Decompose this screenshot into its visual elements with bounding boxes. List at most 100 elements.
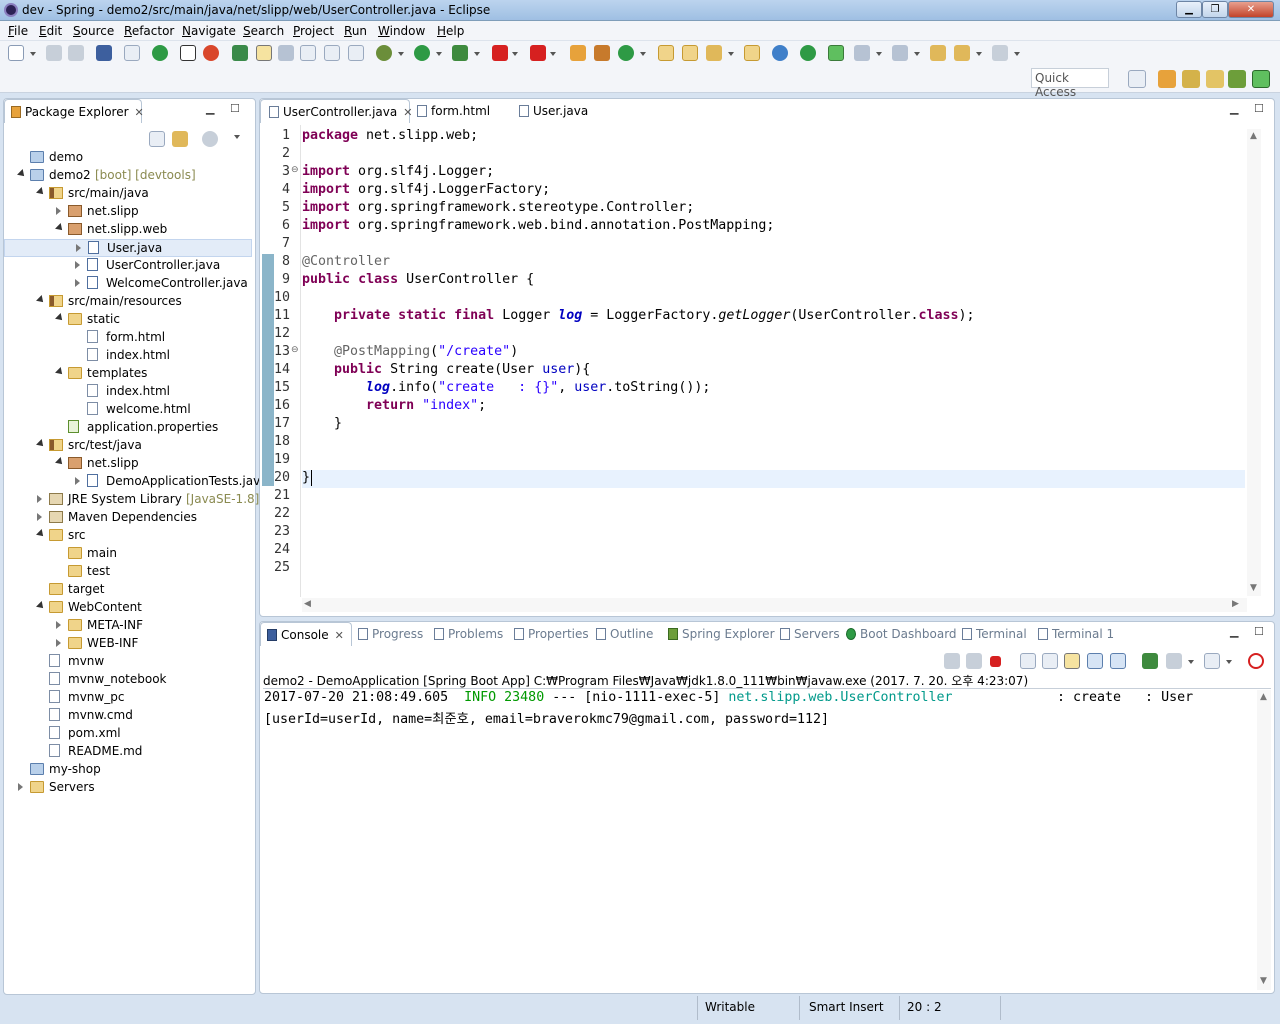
expanded-arrow-icon[interactable] [55, 223, 65, 233]
word-wrap-icon[interactable] [1064, 653, 1080, 669]
tree-item[interactable]: JRE System Library [JavaSE-1.8] [4, 491, 259, 509]
tree-item[interactable]: src/main/java [4, 185, 252, 203]
scroll-down-icon[interactable]: ▼ [1260, 976, 1267, 986]
menu-search[interactable]: Search [243, 24, 284, 38]
tab-boot-dashboard[interactable]: Boot Dashboard [846, 622, 957, 646]
run-icon[interactable] [414, 45, 430, 61]
tree-item[interactable]: mvnw_pc [4, 689, 252, 707]
tab-problems[interactable]: Problems [434, 622, 503, 646]
open-console-dropdown-icon[interactable] [1226, 660, 1232, 664]
tree-item[interactable]: static [4, 311, 252, 329]
forward-dropdown-icon[interactable] [1014, 52, 1020, 56]
spring-perspective-icon[interactable] [1252, 70, 1270, 88]
tree-item[interactable]: WebContent [4, 599, 252, 617]
menu-help[interactable]: Help [437, 24, 464, 38]
remove-launch-icon[interactable] [944, 653, 960, 669]
terminate-icon[interactable] [990, 656, 1001, 667]
focus-on-task-icon[interactable] [202, 131, 218, 147]
tree-item[interactable]: form.html [4, 329, 252, 347]
highlight-icon[interactable] [256, 45, 272, 61]
git-perspective-icon[interactable] [1206, 70, 1224, 88]
link-icon[interactable] [278, 45, 294, 61]
open-task-icon[interactable] [682, 45, 698, 61]
minimize-icon[interactable]: ▁ [1230, 102, 1238, 115]
new-class-icon[interactable] [618, 45, 634, 61]
tab-spring-explorer[interactable]: Spring Explorer [668, 622, 775, 646]
tree-item[interactable]: mvnw.cmd [4, 707, 252, 725]
scroll-right-icon[interactable]: ▶ [1232, 599, 1239, 609]
tree-item[interactable]: Maven Dependencies [4, 509, 252, 527]
forward-icon[interactable] [992, 45, 1008, 61]
tab-form-html[interactable]: form.html [417, 99, 517, 123]
display-console-icon[interactable] [1166, 653, 1182, 669]
tree-item[interactable]: net.slipp.web [4, 221, 252, 239]
scroll-down-icon[interactable]: ▼ [1250, 583, 1257, 593]
last-edit-icon[interactable] [930, 45, 946, 61]
tree-item[interactable]: target [4, 581, 252, 599]
search-icon[interactable] [706, 45, 722, 61]
maximize-icon[interactable]: ☐ [1254, 625, 1264, 638]
tree-item[interactable]: templates [4, 365, 252, 383]
open-perspective-icon[interactable] [1128, 70, 1146, 88]
collapsed-arrow-icon[interactable] [56, 207, 61, 215]
tree-item[interactable]: WelcomeController.java [4, 275, 252, 293]
menu-project[interactable]: Project [293, 24, 334, 38]
menu-run[interactable]: Run [344, 24, 367, 38]
collapsed-arrow-icon[interactable] [37, 513, 42, 521]
spring-tool-icon[interactable] [1248, 653, 1264, 669]
back-icon[interactable] [954, 45, 970, 61]
tree-item[interactable]: pom.xml [4, 725, 252, 743]
tree-item[interactable]: application.properties [4, 419, 252, 437]
new-java-project-icon[interactable] [570, 45, 586, 61]
tree-item[interactable]: Servers [4, 779, 252, 797]
run-dropdown-icon[interactable] [436, 52, 442, 56]
expanded-arrow-icon[interactable] [55, 457, 65, 467]
tree-item[interactable]: my-shop [4, 761, 252, 779]
tree-item[interactable]: net.slipp [4, 455, 252, 473]
expanded-arrow-icon[interactable] [36, 439, 46, 449]
expanded-arrow-icon[interactable] [36, 295, 46, 305]
relaunch-dropdown-icon[interactable] [550, 52, 556, 56]
spring-boot-icon[interactable] [152, 45, 168, 61]
quick-access-field[interactable]: Quick Access [1031, 68, 1109, 99]
tree-item[interactable]: demo2 [boot] [devtools] [4, 167, 252, 185]
menu-file[interactable]: File [8, 24, 28, 38]
menu-edit[interactable]: Edit [39, 24, 62, 38]
tree-item[interactable]: demo [4, 149, 252, 167]
scroll-up-icon[interactable]: ▲ [1250, 131, 1257, 141]
pin-icon[interactable] [232, 45, 248, 61]
scroll-up-icon[interactable]: ▲ [1260, 692, 1267, 702]
tree-item[interactable]: index.html [4, 347, 252, 365]
tab-outline[interactable]: Outline [596, 622, 653, 646]
java-perspective-icon[interactable] [1182, 70, 1200, 88]
scroll-left-icon[interactable]: ◀ [304, 599, 311, 609]
tab-user-java[interactable]: User.java [519, 99, 599, 123]
tree-item[interactable]: src/test/java [4, 437, 252, 455]
next-annotation-dropdown-icon[interactable] [876, 52, 882, 56]
collapse-all-icon[interactable] [149, 131, 165, 147]
fold-icon[interactable]: ⊖ [291, 165, 299, 175]
tree-item[interactable]: mvnw [4, 653, 252, 671]
green-square-icon[interactable] [828, 45, 844, 61]
close-button[interactable]: ✕ [1228, 1, 1274, 18]
tab-terminal-1[interactable]: Terminal 1 [1038, 622, 1114, 646]
tab-terminal[interactable]: Terminal [962, 622, 1027, 646]
tab-properties[interactable]: Properties [514, 622, 589, 646]
tab-servers[interactable]: Servers [780, 622, 840, 646]
display-console-dropdown-icon[interactable] [1188, 660, 1194, 664]
minimize-icon[interactable]: ▁ [206, 102, 214, 115]
expanded-arrow-icon[interactable] [55, 367, 65, 377]
new-package-icon[interactable] [594, 45, 610, 61]
previous-annotation-icon[interactable] [892, 45, 908, 61]
minimize-button[interactable]: ▁ [1176, 1, 1202, 18]
debug-perspective-icon[interactable] [1228, 70, 1246, 88]
close-icon[interactable]: ✕ [335, 629, 344, 642]
maximize-icon[interactable]: ☐ [230, 102, 240, 115]
skip-breakpoints-icon[interactable] [124, 45, 140, 61]
block-selection-icon[interactable] [300, 45, 316, 61]
tree-item[interactable]: main [4, 545, 252, 563]
close-icon[interactable]: ✕ [403, 106, 412, 119]
collapsed-arrow-icon[interactable] [56, 639, 61, 647]
open-folder-icon[interactable] [744, 45, 760, 61]
tree-item[interactable]: src [4, 527, 252, 545]
